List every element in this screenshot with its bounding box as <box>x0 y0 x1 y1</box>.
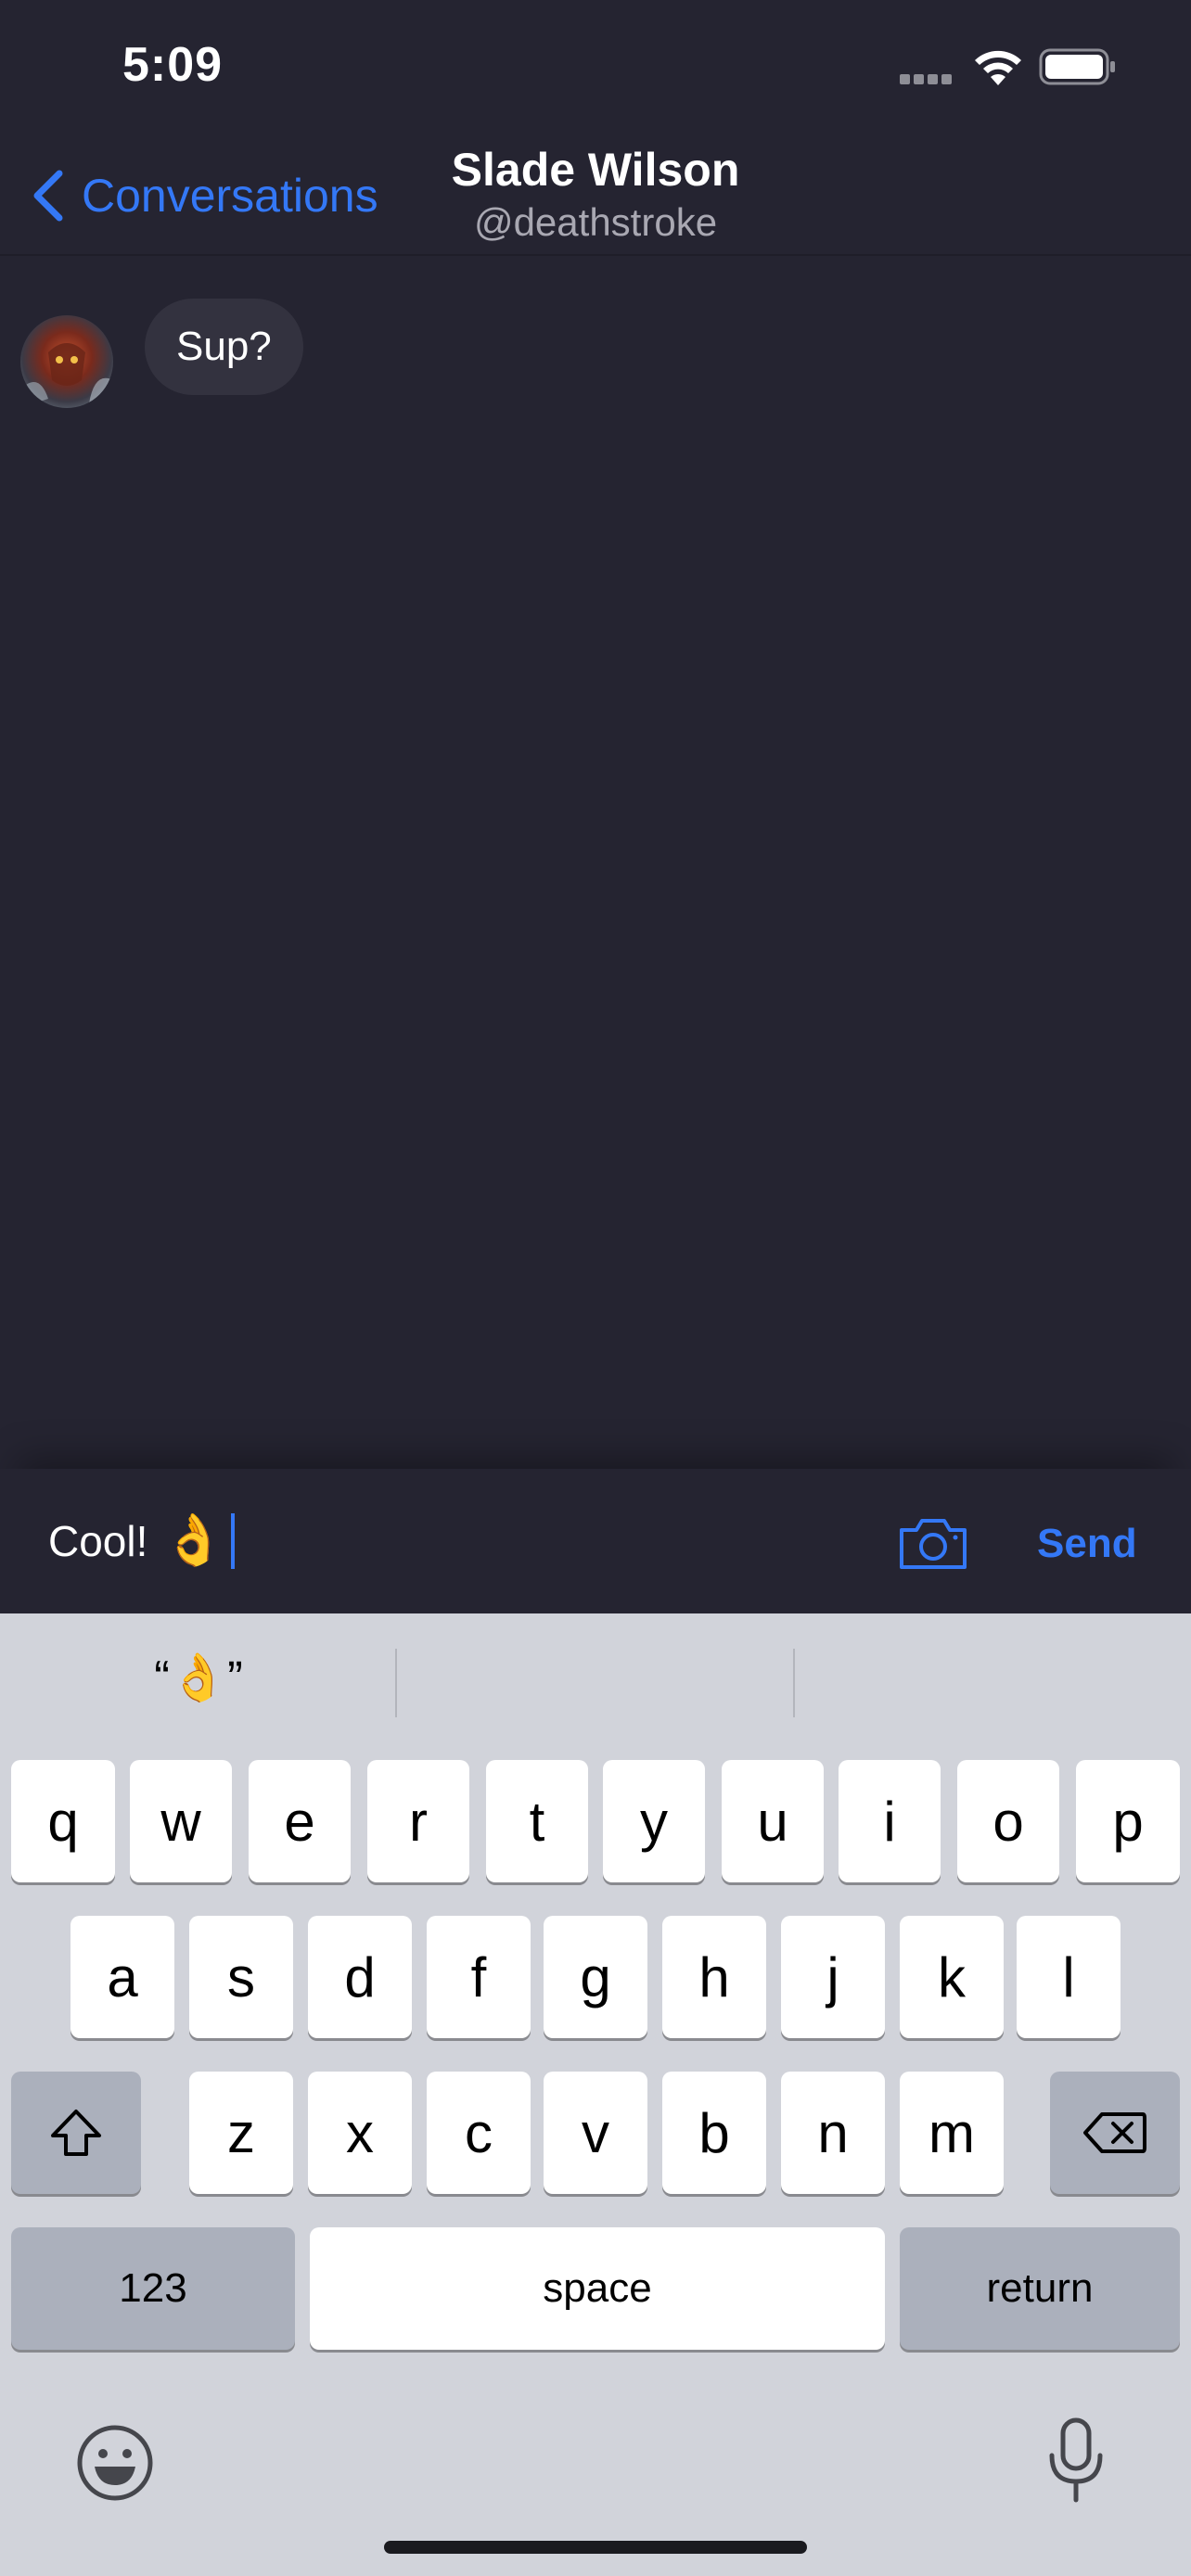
contact-name: Slade Wilson <box>451 144 740 196</box>
key-j[interactable]: j <box>781 1916 885 2038</box>
key-n[interactable]: n <box>781 2072 885 2194</box>
battery-icon <box>1039 48 1115 85</box>
home-indicator[interactable] <box>384 2541 807 2554</box>
status-bar: 5:09 <box>0 0 1191 139</box>
key-i[interactable]: i <box>839 1760 941 1882</box>
contact-handle: @deathstroke <box>473 200 718 244</box>
wifi-icon <box>975 50 1021 85</box>
suggestion-divider <box>793 1649 795 1717</box>
key-m[interactable]: m <box>900 2072 1004 2194</box>
key-o[interactable]: o <box>957 1760 1059 1882</box>
shift-key[interactable] <box>11 2072 141 2194</box>
message-input[interactable]: Cool! 👌 <box>48 1511 235 1570</box>
key-e[interactable]: e <box>249 1760 351 1882</box>
backspace-icon <box>1083 2112 1146 2153</box>
avatar[interactable] <box>20 315 113 408</box>
key-v[interactable]: v <box>544 2072 647 2194</box>
status-time: 5:09 <box>122 38 224 92</box>
key-u[interactable]: u <box>722 1760 824 1882</box>
shift-icon <box>51 2110 101 2156</box>
camera-icon[interactable] <box>896 1515 970 1573</box>
emoji-icon[interactable] <box>74 2422 156 2504</box>
avatar-image <box>20 315 113 408</box>
space-key[interactable]: space <box>310 2227 885 2350</box>
back-button-label: Conversations <box>82 170 378 222</box>
keyboard: “👌” q w e r t y u i o p a s d f g h j k … <box>0 1613 1191 2576</box>
numbers-key[interactable]: 123 <box>11 2227 295 2350</box>
key-y[interactable]: y <box>603 1760 705 1882</box>
key-f[interactable]: f <box>427 1916 531 2038</box>
message-composer: Cool! 👌 Send <box>0 1469 1191 1613</box>
key-z[interactable]: z <box>189 2072 293 2194</box>
return-key[interactable]: return <box>900 2227 1180 2350</box>
key-a[interactable]: a <box>70 1916 174 2038</box>
back-button[interactable]: Conversations <box>28 163 378 228</box>
key-l[interactable]: l <box>1017 1916 1121 2038</box>
key-r[interactable]: r <box>367 1760 469 1882</box>
text-cursor <box>230 1512 235 1569</box>
key-x[interactable]: x <box>308 2072 412 2194</box>
suggestion-divider <box>395 1649 397 1717</box>
microphone-icon[interactable] <box>1046 2417 1106 2506</box>
key-q[interactable]: q <box>11 1760 115 1882</box>
cellular-signal-icon <box>900 72 957 84</box>
key-k[interactable]: k <box>900 1916 1004 2038</box>
send-button[interactable]: Send <box>1037 1521 1137 1567</box>
key-d[interactable]: d <box>308 1916 412 2038</box>
navigation-bar: Conversations Slade Wilson @deathstroke <box>0 139 1191 256</box>
key-h[interactable]: h <box>662 1916 766 2038</box>
predictive-bar: “👌” <box>0 1613 1191 1753</box>
message-input-text: Cool! <box>48 1516 148 1565</box>
delete-key[interactable] <box>1050 2072 1180 2194</box>
key-w[interactable]: w <box>130 1760 232 1882</box>
key-g[interactable]: g <box>544 1916 647 2038</box>
key-b[interactable]: b <box>662 2072 766 2194</box>
chevron-left-icon <box>33 170 63 222</box>
message-bubble[interactable]: Sup? <box>145 299 303 395</box>
ok-hand-emoji: 👌 <box>162 1512 225 1568</box>
conversation-header: Slade Wilson @deathstroke <box>352 139 839 245</box>
key-t[interactable]: t <box>486 1760 588 1882</box>
key-p[interactable]: p <box>1076 1760 1180 1882</box>
key-c[interactable]: c <box>427 2072 531 2194</box>
suggestion-1[interactable]: “👌” <box>0 1651 397 1705</box>
key-s[interactable]: s <box>189 1916 293 2038</box>
